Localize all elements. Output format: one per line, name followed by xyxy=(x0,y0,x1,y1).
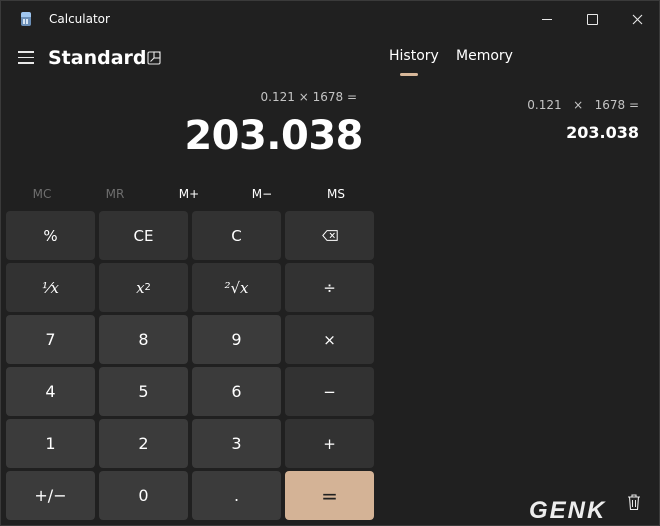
digit-6-button[interactable]: 6 xyxy=(192,367,281,416)
square-root-button[interactable]: ²√x xyxy=(192,263,281,312)
clear-button[interactable]: C xyxy=(192,211,281,260)
history-item-result[interactable]: 203.038 xyxy=(566,123,639,142)
backspace-button[interactable] xyxy=(285,211,374,260)
mode-title: Standard xyxy=(48,47,147,69)
active-tab-indicator xyxy=(400,73,418,76)
divide-button[interactable]: ÷ xyxy=(285,263,374,312)
memory-clear-button[interactable]: MC xyxy=(12,187,72,201)
minimize-icon xyxy=(542,18,552,20)
calculator-app-icon xyxy=(21,12,31,26)
close-icon xyxy=(632,14,642,24)
history-item-expression[interactable]: 0.121 × 1678 = xyxy=(527,98,639,112)
maximize-button[interactable] xyxy=(572,5,612,33)
decimal-button[interactable]: . xyxy=(192,471,281,520)
clear-entry-button[interactable]: CE xyxy=(99,211,188,260)
multiply-button[interactable]: × xyxy=(285,315,374,364)
result-display: 203.038 xyxy=(184,113,363,159)
expression-display: 0.121 × 1678 = xyxy=(260,90,357,104)
close-button[interactable] xyxy=(617,5,657,33)
memory-recall-button[interactable]: MR xyxy=(85,187,145,201)
keep-on-top-icon[interactable] xyxy=(147,51,161,65)
watermark-logo: GENK xyxy=(529,497,607,524)
digit-4-button[interactable]: 4 xyxy=(6,367,95,416)
square-exponent-label: 2 xyxy=(144,282,151,293)
calculator-window: Calculator Standard History Memory 0.121… xyxy=(0,0,660,526)
reciprocal-button[interactable]: ⅟x xyxy=(6,263,95,312)
digit-3-button[interactable]: 3 xyxy=(192,419,281,468)
square-button[interactable]: x2 xyxy=(99,263,188,312)
trash-icon[interactable] xyxy=(627,493,641,511)
square-root-label: ²√x xyxy=(224,278,249,297)
backspace-icon xyxy=(321,230,338,241)
digit-1-button[interactable]: 1 xyxy=(6,419,95,468)
digit-0-button[interactable]: 0 xyxy=(99,471,188,520)
tab-memory[interactable]: Memory xyxy=(456,48,513,64)
memory-subtract-button[interactable]: M− xyxy=(232,187,292,201)
minimize-button[interactable] xyxy=(527,5,567,33)
digit-7-button[interactable]: 7 xyxy=(6,315,95,364)
title-bar: Calculator xyxy=(1,1,659,37)
digit-8-button[interactable]: 8 xyxy=(99,315,188,364)
memory-store-button[interactable]: MS xyxy=(306,187,366,201)
square-base-label: x xyxy=(136,278,145,297)
maximize-icon xyxy=(586,13,598,25)
percent-button[interactable]: % xyxy=(6,211,95,260)
reciprocal-label: ⅟x xyxy=(42,278,59,297)
window-title: Calculator xyxy=(49,12,110,26)
digit-9-button[interactable]: 9 xyxy=(192,315,281,364)
memory-add-button[interactable]: M+ xyxy=(159,187,219,201)
subtract-button[interactable]: − xyxy=(285,367,374,416)
digit-5-button[interactable]: 5 xyxy=(99,367,188,416)
keypad: % CE C ⅟x x2 ²√x ÷ 7 8 9 × 4 5 6 − 1 2 3… xyxy=(6,211,375,524)
negate-button[interactable]: +/− xyxy=(6,471,95,520)
add-button[interactable]: + xyxy=(285,419,374,468)
digit-2-button[interactable]: 2 xyxy=(99,419,188,468)
hamburger-icon[interactable] xyxy=(18,51,34,65)
equals-button[interactable]: = xyxy=(285,471,374,520)
tab-history[interactable]: History xyxy=(389,48,439,64)
